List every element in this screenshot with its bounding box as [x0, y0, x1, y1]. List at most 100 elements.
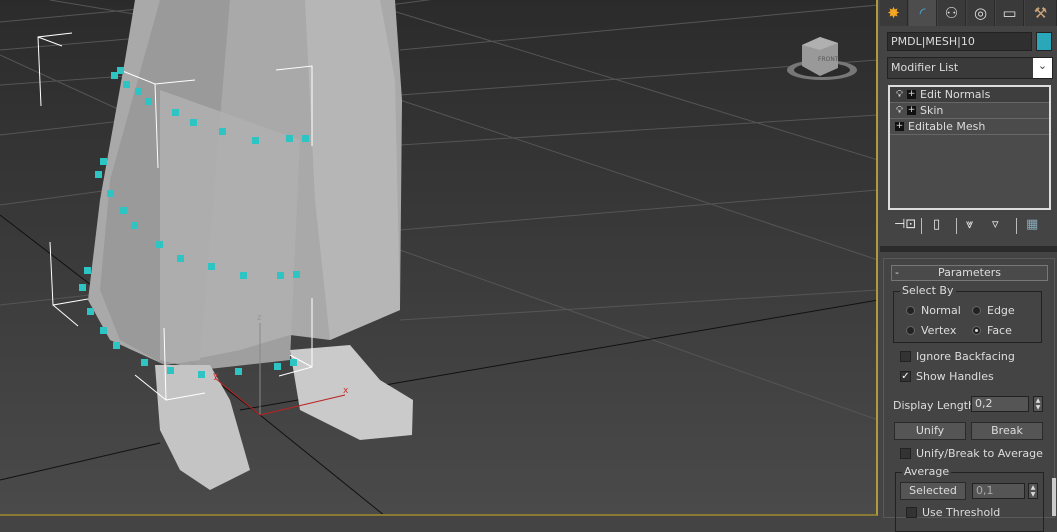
ignore-backfacing-checkbox[interactable]: Ignore Backfacing — [900, 350, 1015, 363]
utilities-tab[interactable]: ⚒ — [1025, 0, 1057, 26]
stack-item-edit-normals[interactable]: 💡︎ + Edit Normals — [890, 87, 1049, 103]
modifier-list-dropdown[interactable]: Modifier List ⌄ — [887, 57, 1053, 79]
break-button[interactable]: Break — [971, 422, 1043, 440]
parameters-rollout-header[interactable]: - Parameters — [891, 265, 1048, 281]
stack-item-label: Editable Mesh — [908, 120, 986, 133]
normal-handle[interactable] — [100, 327, 107, 334]
normal-handle[interactable] — [135, 88, 142, 95]
normal-handle[interactable] — [107, 190, 114, 197]
display-length-label: Display Length: — [893, 399, 979, 412]
average-group: Average Selected 0,1 ▲ ▼ Use Threshold — [895, 465, 1044, 532]
normal-handle[interactable] — [167, 367, 174, 374]
lightbulb-icon[interactable]: 💡︎ — [896, 105, 903, 116]
utilities-icon: ⚒ — [1033, 4, 1048, 22]
remove-modifier-icon[interactable]: ▿ — [992, 217, 999, 232]
radio-face[interactable]: Face — [972, 324, 1012, 337]
radio-vertex[interactable]: Vertex — [906, 324, 956, 337]
use-threshold-checkbox[interactable]: Use Threshold — [906, 506, 1000, 519]
make-unique-icon[interactable]: ⩔ — [966, 217, 973, 232]
checkbox — [906, 507, 917, 518]
radio-dot — [906, 306, 915, 315]
checkbox-label: Show Handles — [916, 370, 994, 383]
radio-label: Edge — [987, 304, 1015, 317]
average-selected-button[interactable]: Selected — [900, 482, 966, 500]
parameters-rollout: - Parameters Select By Normal Edge Verte… — [883, 258, 1055, 532]
normal-handle[interactable] — [156, 241, 163, 248]
normal-handle[interactable] — [100, 158, 107, 165]
object-name-input[interactable]: PMDL|MESH|10 — [887, 32, 1032, 51]
normal-handle[interactable] — [190, 119, 197, 126]
normal-handle[interactable] — [131, 222, 138, 229]
average-threshold-input[interactable]: 0,1 — [972, 483, 1025, 499]
object-color-swatch[interactable] — [1036, 32, 1052, 51]
display-length-input[interactable]: 0,2 — [971, 396, 1029, 412]
modifier-stack[interactable]: 💡︎ + Edit Normals 💡︎ + Skin + Editable Mesh — [888, 85, 1051, 210]
viewcube-face-label: FRONT — [818, 56, 839, 63]
select-by-group: Select By Normal Edge Vertex Face — [893, 284, 1042, 343]
checkbox-label: Ignore Backfacing — [916, 350, 1015, 363]
panel-scrollbar[interactable] — [1052, 478, 1056, 516]
expand-icon[interactable]: + — [895, 122, 904, 131]
stack-item-editable-mesh[interactable]: + Editable Mesh — [890, 119, 1049, 135]
normal-handle[interactable] — [123, 81, 130, 88]
unify-break-average-checkbox[interactable]: Unify/Break to Average — [900, 447, 1043, 460]
normal-handle[interactable] — [235, 368, 242, 375]
checkmark-icon: ✓ — [900, 371, 911, 382]
motion-tab[interactable]: ◎ — [967, 0, 995, 26]
checkbox-label: Unify/Break to Average — [916, 447, 1043, 460]
normal-handle[interactable] — [302, 135, 309, 142]
modifier-list-label: Modifier List — [891, 61, 959, 74]
radio-normal[interactable]: Normal — [906, 304, 961, 317]
hierarchy-tab[interactable]: ⚇ — [938, 0, 966, 26]
normal-handle[interactable] — [219, 128, 226, 135]
normal-handle[interactable] — [252, 137, 259, 144]
unify-button[interactable]: Unify — [894, 422, 966, 440]
configure-sets-icon[interactable]: ▦ — [1026, 217, 1038, 232]
expand-icon[interactable]: + — [907, 106, 916, 115]
display-icon: ▭ — [1002, 4, 1017, 22]
normal-handle[interactable] — [84, 267, 91, 274]
divider — [1016, 218, 1017, 234]
normal-handle[interactable] — [198, 371, 205, 378]
normal-handle[interactable] — [145, 98, 152, 105]
viewcube[interactable]: FRONT — [787, 37, 857, 80]
normal-handle[interactable] — [293, 271, 300, 278]
chevron-down-icon: ⌄ — [1033, 58, 1052, 78]
radio-label: Normal — [921, 304, 961, 317]
normal-handle[interactable] — [172, 109, 179, 116]
create-tab[interactable]: ✸ — [880, 0, 908, 26]
normal-handle[interactable] — [87, 308, 94, 315]
stack-item-skin[interactable]: 💡︎ + Skin — [890, 103, 1049, 119]
axis-z-label: z — [257, 313, 262, 323]
normal-handle[interactable] — [95, 171, 102, 178]
radio-dot — [972, 306, 981, 315]
display-length-spinner[interactable]: ▲ ▼ — [1033, 396, 1043, 412]
expand-icon[interactable]: + — [907, 90, 916, 99]
show-end-result-icon[interactable]: ▯ — [933, 217, 940, 232]
perspective-viewport[interactable]: z x y FRONT — [0, 0, 878, 516]
average-threshold-spinner[interactable]: ▲ ▼ — [1028, 483, 1038, 499]
normal-handle[interactable] — [277, 272, 284, 279]
pin-stack-icon[interactable]: ⊣⊡ — [894, 217, 916, 232]
display-tab[interactable]: ▭ — [996, 0, 1024, 26]
normal-handle[interactable] — [117, 67, 124, 74]
normal-handle[interactable] — [113, 342, 120, 349]
normal-handle[interactable] — [240, 272, 247, 279]
stack-item-label: Edit Normals — [920, 88, 991, 101]
show-handles-checkbox[interactable]: ✓ Show Handles — [900, 370, 994, 383]
radio-edge[interactable]: Edge — [972, 304, 1015, 317]
lightbulb-icon[interactable]: 💡︎ — [896, 89, 903, 100]
normal-handle[interactable] — [286, 135, 293, 142]
modify-tab[interactable]: ◜ — [909, 0, 937, 26]
command-panel: ✸ ◜ ⚇ ◎ ▭ ⚒ PMDL|MESH|10 Modifier List ⌄… — [880, 0, 1057, 532]
normal-handle[interactable] — [111, 72, 118, 79]
normal-handle[interactable] — [120, 207, 127, 214]
collapse-icon: - — [895, 266, 899, 279]
group-label: Select By — [900, 284, 956, 297]
normal-handle[interactable] — [208, 263, 215, 270]
normal-handle[interactable] — [274, 363, 281, 370]
normal-handle[interactable] — [177, 255, 184, 262]
normal-handle[interactable] — [79, 284, 86, 291]
normal-handle[interactable] — [290, 359, 297, 366]
normal-handle[interactable] — [141, 359, 148, 366]
